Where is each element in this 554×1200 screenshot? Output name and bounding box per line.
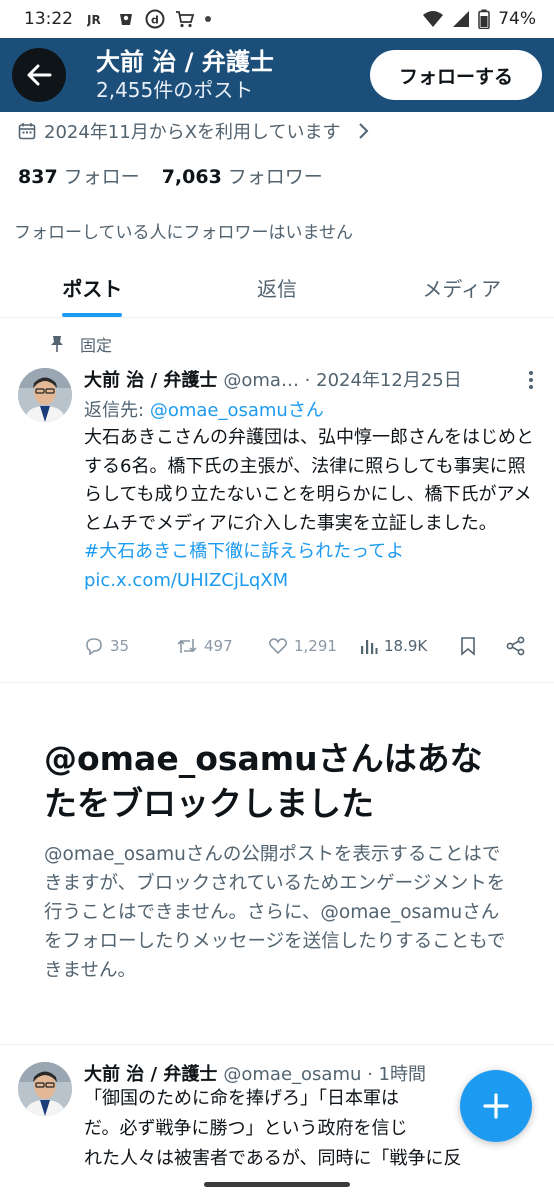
pinned-post-body[interactable]: 大石あきこさんの弁護団は、弘中惇一郎さんをはじめとする6名。橋下氏の主張が、法律… <box>84 424 540 595</box>
battery-percent: 74% <box>498 9 536 29</box>
avatar[interactable] <box>18 1062 72 1116</box>
post-meta: @omae_osamu · 1時間 <box>223 1064 427 1085</box>
avatar-photo <box>18 368 72 422</box>
analytics-icon <box>361 640 378 654</box>
post-line: れた人々は被害者であるが、同時に「戦争に反 <box>84 1148 462 1169</box>
reply-icon <box>86 638 102 656</box>
header-post-count: 2,455件のポスト <box>96 78 254 102</box>
plus-icon <box>483 1093 509 1119</box>
wifi-icon <box>423 11 444 27</box>
joined-text: 2024年11月からXを利用しています <box>44 122 341 143</box>
follow-button[interactable]: フォローする <box>370 50 542 100</box>
block-notice-description: @omae_osamuさんの公開ポストを表示することはできますが、ブロックされて… <box>44 844 506 981</box>
joined-date-row[interactable]: 2024年11月からXを利用しています <box>18 118 369 144</box>
following-link[interactable]: 837 フォロー <box>18 162 140 189</box>
home-indicator[interactable] <box>204 1182 350 1187</box>
reply-button[interactable]: 35 <box>84 636 176 656</box>
post-header: 大前 治 / 弁護士 @omae_osamu · 1時間 <box>84 1060 426 1086</box>
compose-button[interactable] <box>460 1070 532 1142</box>
jr-icon: JR <box>87 13 101 27</box>
signal-icon <box>453 11 470 27</box>
chevron-right-icon <box>358 123 368 139</box>
pinned-post-header: 大前 治 / 弁護士 @oma… · 2024年12月25日 <box>84 366 462 392</box>
cart-icon <box>176 11 195 28</box>
share-icon <box>506 636 525 656</box>
profile-header: 大前 治 / 弁護士 2,455件のポスト フォローする <box>0 38 554 112</box>
bookmark-button[interactable] <box>460 636 506 656</box>
profile-tabs: ポスト 返信 メディア <box>0 258 554 318</box>
heart-icon <box>268 638 288 655</box>
reply-to-handle[interactable]: @omae_osamuさん <box>150 400 324 421</box>
post-text: 大石あきこさんの弁護団は、弘中惇一郎さんをはじめとする6名。橋下氏の主張が、法律… <box>84 427 534 534</box>
app-icon <box>120 14 132 25</box>
repost-button[interactable]: 497 <box>176 636 268 656</box>
post-actions: 35 497 1,291 18.9K <box>84 636 534 656</box>
more-icon[interactable] <box>528 370 534 390</box>
arrow-left-icon <box>27 64 52 86</box>
tab-replies[interactable]: 返信 <box>185 258 370 317</box>
follow-counts: 837 フォロー 7,063 フォロワー <box>18 162 323 189</box>
post-media-link[interactable]: pic.x.com/UHIZCjLqXM <box>84 567 540 596</box>
status-time: 13:22 <box>24 9 73 29</box>
calendar-icon <box>18 123 36 140</box>
avatar-photo <box>18 1062 72 1116</box>
post-author-name[interactable]: 大前 治 / 弁護士 <box>84 1060 217 1086</box>
status-bar: 13:22 JR d 74% <box>0 0 554 38</box>
post-divider <box>0 682 554 683</box>
like-button[interactable]: 1,291 <box>268 636 360 656</box>
post-hashtag[interactable]: #大石あきこ橋下徹に訴えられたってよ <box>84 538 540 567</box>
active-tab-indicator <box>62 313 123 317</box>
section-divider <box>0 1044 554 1045</box>
post-author-name[interactable]: 大前 治 / 弁護士 <box>84 366 217 392</box>
dot-icon <box>205 16 211 22</box>
back-button[interactable] <box>12 48 66 102</box>
repost-icon <box>177 639 197 653</box>
followers-link[interactable]: 7,063 フォロワー <box>162 162 323 189</box>
pinned-indicator: 固定 <box>50 332 112 356</box>
avatar[interactable] <box>18 368 72 422</box>
header-name: 大前 治 / 弁護士 <box>96 48 274 76</box>
tab-posts[interactable]: ポスト <box>0 258 185 317</box>
svg-text:d: d <box>151 14 159 27</box>
reply-to-line: 返信先: @omae_osamuさん <box>84 400 324 421</box>
block-notice-title: @omae_osamuさんはあなたをブロックしました <box>44 739 483 823</box>
post-meta: @oma… · 2024年12月25日 <box>223 370 462 391</box>
battery-icon <box>478 9 490 29</box>
bookmark-icon <box>461 637 475 656</box>
views-button[interactable]: 18.9K <box>360 637 460 655</box>
share-button[interactable] <box>506 636 526 656</box>
mutual-followers-note: フォローしている人にフォロワーはいません <box>14 223 353 243</box>
pin-icon <box>51 336 63 352</box>
svg-text:JR: JR <box>87 13 101 27</box>
tab-media[interactable]: メディア <box>369 258 554 317</box>
docomo-icon: d <box>145 9 165 29</box>
